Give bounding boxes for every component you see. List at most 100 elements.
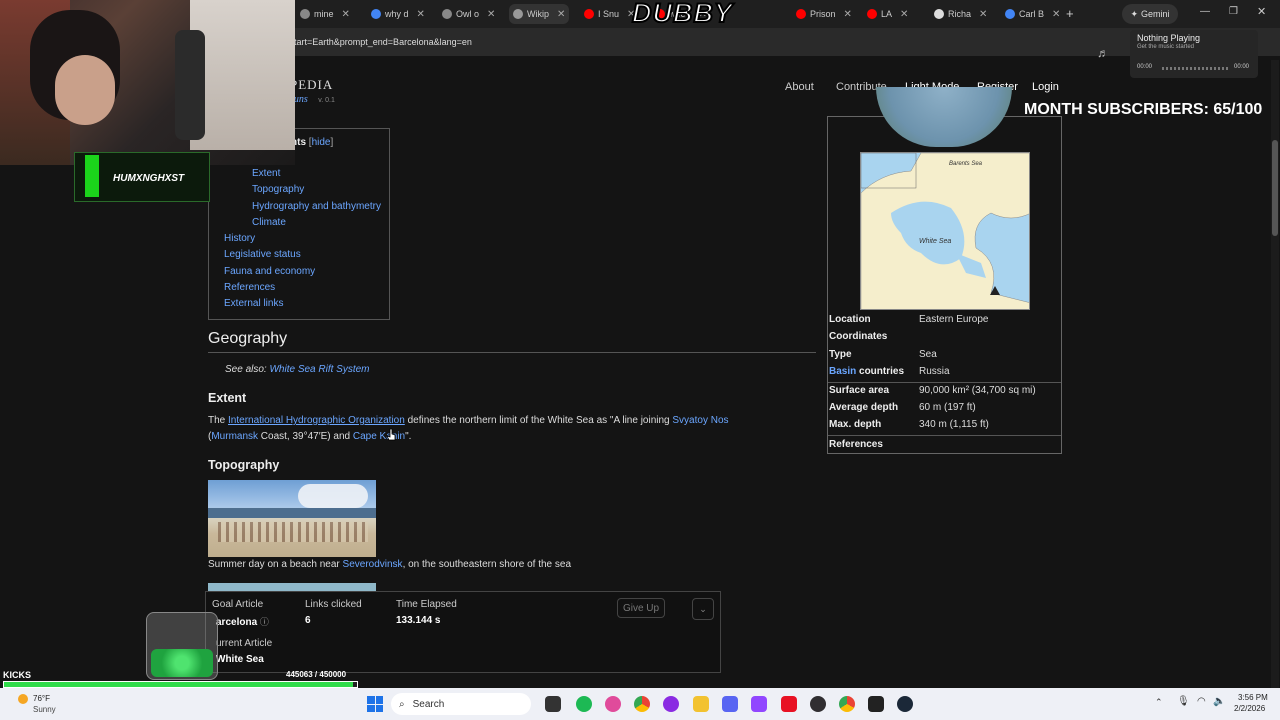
- youtube-icon: [584, 9, 594, 19]
- gemini-button[interactable]: ✦ Gemini: [1122, 4, 1178, 24]
- close-tab-icon[interactable]: ✕: [342, 9, 350, 20]
- white-sea-map-image[interactable]: Barents Sea White Sea: [860, 152, 1030, 310]
- toc-item-external-links[interactable]: External links: [224, 298, 283, 309]
- toc-item-fauna[interactable]: Fauna and economy: [224, 266, 315, 277]
- browser-tab[interactable]: Carl B ✕: [1001, 4, 1064, 24]
- toc-item-history[interactable]: History: [224, 233, 255, 244]
- minimize-button[interactable]: —: [1200, 6, 1210, 17]
- app-purple-icon[interactable]: [663, 696, 679, 712]
- streamer-name-badge: HUMXNGHXST: [74, 152, 210, 202]
- toc-hide-link[interactable]: hide: [312, 137, 331, 148]
- chrome-icon[interactable]: [634, 696, 650, 712]
- infobox-separator-2: [828, 435, 1061, 436]
- close-tab-icon[interactable]: ✕: [900, 9, 908, 20]
- toc-item-climate[interactable]: Climate: [252, 217, 286, 228]
- close-tab-icon[interactable]: ✕: [417, 9, 425, 20]
- close-tab-icon[interactable]: ✕: [844, 9, 852, 20]
- spotify-icon[interactable]: [576, 696, 592, 712]
- close-tab-icon[interactable]: ✕: [979, 9, 987, 20]
- itunes-icon[interactable]: [605, 696, 621, 712]
- extent-paragraph-line2: (Murmansk Coast, 39°47′E) and Cape Kanin…: [208, 429, 411, 445]
- browser-tab-label: Owl o: [456, 9, 480, 19]
- url-input[interactable]: tart=Earth&prompt_end=Barcelona&lang=en: [294, 37, 472, 47]
- toc-item-legislative[interactable]: Legislative status: [224, 249, 301, 260]
- browser-tab[interactable]: I Snu ✕: [580, 4, 639, 24]
- browser-tab[interactable]: Owl o ✕: [438, 4, 499, 24]
- scrollbar-thumb[interactable]: [1272, 140, 1278, 236]
- logo-subtitle: runs v. 0.1: [290, 89, 335, 107]
- toc-item-topography[interactable]: Topography: [252, 184, 304, 195]
- browser-tab[interactable]: LA ✕: [863, 4, 912, 24]
- nav-about[interactable]: About: [785, 81, 814, 93]
- coordinates-label: Coordinates: [829, 331, 888, 342]
- clock-time[interactable]: 3:56 PM: [1238, 693, 1268, 702]
- avg-depth-value: 60 m (197 ft): [919, 402, 976, 413]
- gemini-label: Gemini: [1141, 9, 1170, 19]
- toc-item-hydrography[interactable]: Hydrography and bathymetry: [252, 201, 381, 212]
- steam-icon[interactable]: [897, 696, 913, 712]
- svyatoy-nos-link[interactable]: Svyatoy Nos: [672, 415, 728, 426]
- infobox-row-location: Location Eastern Europe: [828, 314, 1061, 331]
- browser-tab[interactable]: mine ✕: [296, 4, 354, 24]
- severodvinsk-link[interactable]: Severodvinsk: [343, 559, 403, 570]
- heading-divider: [208, 352, 816, 353]
- map-label-barents: Barents Sea: [949, 161, 983, 167]
- close-tab-icon[interactable]: ✕: [1052, 9, 1060, 20]
- scrollbar[interactable]: [1271, 60, 1279, 688]
- tray-chevron-icon[interactable]: ⌃: [1155, 697, 1163, 708]
- discord-icon[interactable]: [722, 696, 738, 712]
- microphone-icon[interactable]: 🎙: [1177, 696, 1190, 707]
- windows-start-icon[interactable]: [367, 696, 383, 712]
- wifi-icon[interactable]: ◠: [1197, 696, 1206, 707]
- topography-heading: Topography: [208, 458, 280, 472]
- toc-title: nts [hide]: [291, 137, 334, 148]
- infobox-row-type: Type Sea: [828, 349, 1061, 366]
- see-also-link[interactable]: White Sea Rift System: [269, 364, 369, 375]
- terminal-icon[interactable]: [868, 696, 884, 712]
- browser-tab[interactable]: Wikip ✕: [509, 4, 570, 24]
- collapse-button[interactable]: ⌄: [692, 598, 714, 620]
- basin-link[interactable]: Basin: [829, 366, 856, 377]
- twitch-icon[interactable]: [751, 696, 767, 712]
- maximize-button[interactable]: ❐: [1229, 6, 1238, 17]
- volume-icon[interactable]: 🔈: [1213, 696, 1225, 707]
- youtube-icon: [867, 9, 877, 19]
- murmansk-link[interactable]: Murmansk: [211, 431, 258, 442]
- obs-icon[interactable]: [810, 696, 826, 712]
- taskbar-search[interactable]: ⌕ Search: [391, 693, 531, 715]
- time-elapsed-label: Time Elapsed: [396, 599, 457, 610]
- file-explorer-icon[interactable]: [693, 696, 709, 712]
- new-tab-button[interactable]: +: [1066, 6, 1074, 21]
- russia-link[interactable]: Russia: [919, 366, 950, 377]
- chrome-active-icon[interactable]: [839, 696, 855, 712]
- browser-tab[interactable]: Prison ✕: [792, 4, 856, 24]
- music-time-start: 00:00: [1137, 64, 1153, 70]
- task-view-icon[interactable]: [545, 696, 561, 712]
- close-window-button[interactable]: ✕: [1257, 5, 1266, 18]
- browser-tab-label: Prison: [810, 9, 836, 19]
- beach-photo[interactable]: [208, 480, 376, 557]
- toc-item-extent[interactable]: Extent: [252, 168, 280, 179]
- sea-link[interactable]: Sea: [919, 349, 937, 360]
- browser-tab[interactable]: why d ✕: [367, 4, 429, 24]
- goal-article-text[interactable]: arcelona: [216, 617, 257, 628]
- give-up-button[interactable]: Give Up: [617, 598, 665, 618]
- type-link[interactable]: Type: [829, 349, 852, 360]
- info-icon[interactable]: ⓘ: [260, 617, 269, 627]
- wiki-icon: [513, 9, 523, 19]
- close-tab-icon[interactable]: ✕: [557, 9, 565, 20]
- kicks-label: KICKS: [3, 670, 32, 680]
- max-depth-label: Max. depth: [829, 419, 882, 430]
- clock-date[interactable]: 2/2/2026: [1234, 704, 1265, 713]
- iho-link[interactable]: International Hydrographic Organization: [228, 415, 405, 426]
- location-link[interactable]: Eastern Europe: [919, 314, 989, 325]
- browser-tab[interactable]: Richa ✕: [930, 4, 991, 24]
- infobox-separator: [828, 382, 1061, 383]
- cape-kanin-link[interactable]: Cape Kanin: [353, 431, 405, 442]
- toc-item-references[interactable]: References: [224, 282, 275, 293]
- app-red-icon[interactable]: [781, 696, 797, 712]
- nav-login[interactable]: Login: [1032, 81, 1059, 93]
- kicks-progress-fill: [4, 682, 354, 687]
- close-tab-icon[interactable]: ✕: [487, 9, 495, 20]
- extent-text-2-mid: Coast, 39°47′E) and: [258, 431, 353, 442]
